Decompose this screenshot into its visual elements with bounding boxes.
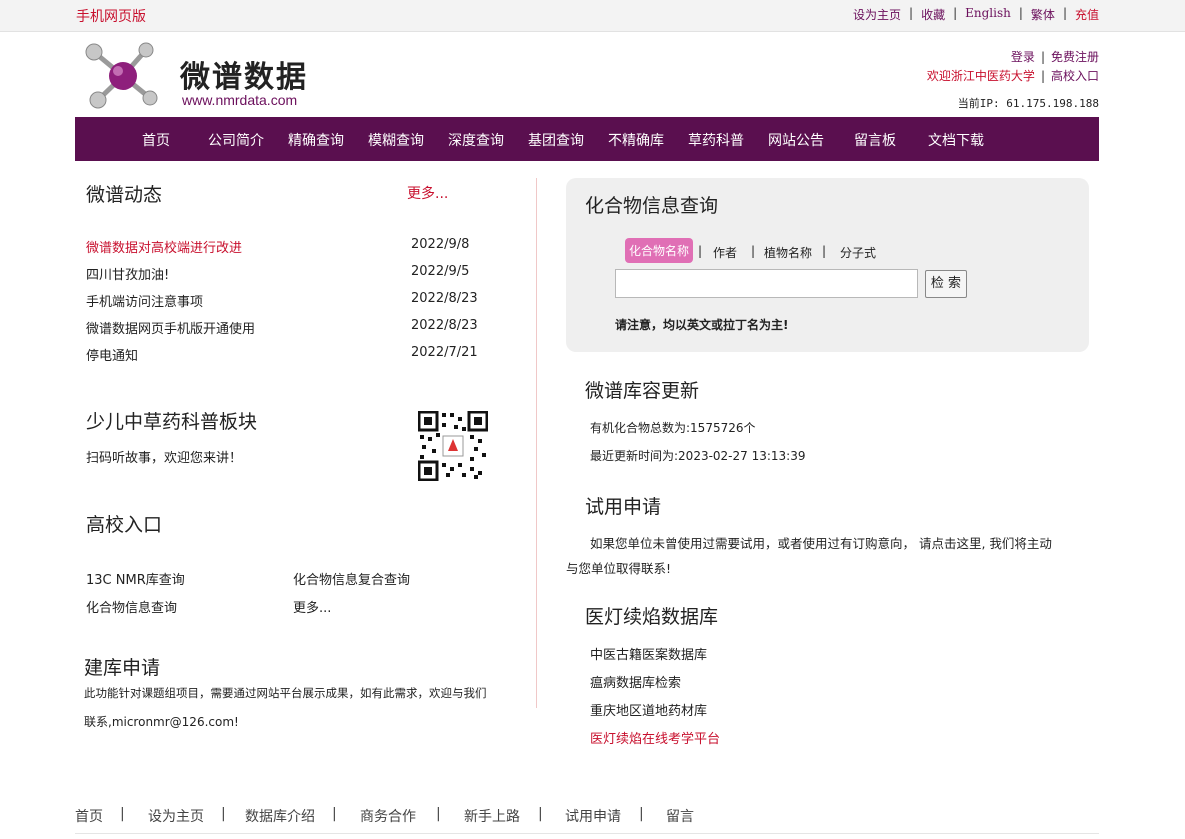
nav-exact-query[interactable]: 精确查询 [288,130,344,150]
footer-message-link[interactable]: 留言 [666,806,694,826]
tab-separator: | [822,244,827,258]
search-button[interactable]: 检 索 [925,270,967,298]
top-bar: 手机网页版 设为主页 | 收藏 | English | 繁体 | 充值 [0,0,1185,32]
separator: | [953,6,958,20]
main-nav: 首页 公司简介 精确查询 模糊查询 深度查询 基团查询 不精确库 草药科普 网站… [75,117,1099,161]
login-link[interactable]: 登录 [1011,50,1035,64]
trial-text-line2: 与您单位取得联系! [566,561,672,576]
news-date: 2022/8/23 [411,318,478,333]
separator: | [1018,6,1023,20]
news-title: 微谱动态 [86,184,163,206]
account-area: 登录 | 免费注册 欢迎浙江中医药大学 | 高校入口 当前IP: 61.175.198.… [927,48,1099,113]
compound-total: 有机化合物总数为:1575726个 [590,421,756,435]
separator: | [1040,50,1045,64]
tcm-db-link-chongqing[interactable]: 重庆地区道地药材库 [590,700,707,719]
logo-url: www.nmrdata.com [182,92,298,108]
footer-separator: | [639,806,644,822]
footer-db-intro-link[interactable]: 数据库介绍 [245,806,315,826]
footer-separator: | [221,806,226,822]
campus-section-title: 高校入口 [86,514,163,536]
footer-newbie-link[interactable]: 新手上路 [464,806,520,826]
news-title-item[interactable]: 四川甘孜加油! [86,264,169,283]
site-logo[interactable]: 微谱数据 www.nmrdata.com [84,42,334,112]
nav-company[interactable]: 公司简介 [208,130,264,150]
news-date: 2022/8/23 [411,291,478,306]
tcm-db-link-exam[interactable]: 医灯续焰在线考学平台 [590,728,720,747]
favorite-link[interactable]: 收藏 [921,6,945,23]
footer-trial-link[interactable]: 试用申请 [565,806,621,826]
tcm-db-link-ancient[interactable]: 中医古籍医案数据库 [590,644,707,663]
compound-search-panel: 化合物信息查询 化合物名称 | 作者 | 植物名称 | 分子式 检 索 请注意，… [566,178,1089,352]
top-links: 设为主页 | 收藏 | English | 繁体 | 充值 [853,6,1099,23]
nav-herb-science[interactable]: 草药科普 [688,130,744,150]
nav-home[interactable]: 首页 [142,130,170,150]
english-link[interactable]: English [965,6,1011,23]
last-update-time: 最近更新时间为:2023-02-27 13:13:39 [590,449,806,463]
news-date: 2022/7/21 [411,345,478,360]
footer-divider [75,833,1099,834]
tab-plant-name[interactable]: 植物名称 [764,244,812,261]
build-text-line2: 联系,micronmr@126.com! [84,715,239,729]
campus-link-13c[interactable]: 13C NMR库查询 [86,569,185,588]
current-ip: 当前IP: 61.175.198.188 [957,97,1099,110]
campus-more-link[interactable]: 更多... [293,597,331,616]
mobile-version-link[interactable]: 手机网页版 [76,6,146,26]
compound-search-input[interactable] [615,269,918,298]
campus-entry-link[interactable]: 高校入口 [1051,69,1099,83]
separator: | [1062,6,1067,20]
footer-home-link[interactable]: 首页 [75,806,103,826]
tab-separator: | [751,244,756,258]
register-link[interactable]: 免费注册 [1051,50,1099,64]
news-more-link[interactable]: 更多... [407,183,448,203]
compound-search-title: 化合物信息查询 [585,195,719,217]
footer-separator: | [332,806,337,822]
trial-text-line1[interactable]: 如果您单位未曾使用过需要试用，或者使用过有订购意向， 请点击这里, 我们将主动 [590,533,1052,552]
nav-deep-query[interactable]: 深度查询 [448,130,504,150]
campus-link-compound[interactable]: 化合物信息查询 [86,597,177,616]
news-title-item[interactable]: 手机端访问注意事项 [86,291,203,310]
footer-separator: | [538,806,543,822]
recharge-link[interactable]: 充值 [1075,6,1099,23]
set-home-link[interactable]: 设为主页 [853,6,901,23]
herb-section-title: 少儿中草药科普板块 [86,411,258,433]
search-notice: 请注意，均以英文或拉丁名为主! [615,318,789,332]
nav-announcement[interactable]: 网站公告 [768,130,824,150]
separator: | [909,6,914,20]
nav-message-board[interactable]: 留言板 [854,130,896,150]
herb-section-text: 扫码听故事，欢迎您来讲！ [86,451,243,466]
column-divider [536,178,537,708]
trial-section-title: 试用申请 [585,496,662,518]
news-title-item[interactable]: 微谱数据网页手机版开通使用 [86,318,255,337]
news-date: 2022/9/5 [411,264,470,279]
footer-business-link[interactable]: 商务合作 [360,806,416,826]
update-section-title: 微谱库容更新 [585,380,700,402]
tab-author[interactable]: 作者 [713,244,737,261]
build-text-line1: 此功能针对课题组项目，需要通过网站平台展示成果，如有此需求，欢迎与我们 [84,686,487,700]
tab-compound-name[interactable]: 化合物名称 [625,238,694,263]
footer-separator: | [436,806,441,822]
traditional-link[interactable]: 繁体 [1031,6,1055,23]
logo-title: 微谱数据 [180,60,308,95]
campus-link-compound-complex[interactable]: 化合物信息复合查询 [293,569,410,588]
tcm-db-section-title: 医灯续焰数据库 [585,606,719,628]
tcm-db-link-plague[interactable]: 瘟病数据库检索 [590,672,681,691]
news-title-item[interactable]: 微谱数据对高校端进行改进 [86,237,242,256]
news-title-item[interactable]: 停电通知 [86,345,138,364]
tab-formula[interactable]: 分子式 [840,244,876,261]
nav-group-query[interactable]: 基团查询 [528,130,584,150]
build-section-title: 建库申请 [84,657,161,679]
qr-code-icon[interactable] [418,411,488,481]
molecule-logo-icon [85,42,158,109]
welcome-text: 欢迎浙江中医药大学 [926,69,1035,83]
nav-docs-download[interactable]: 文档下载 [928,130,984,150]
nav-fuzzy-query[interactable]: 模糊查询 [368,130,424,150]
separator: | [1040,69,1045,83]
footer-separator: | [120,806,125,822]
tab-separator: | [698,244,703,258]
nav-inexact-db[interactable]: 不精确库 [608,130,664,150]
footer-set-home-link[interactable]: 设为主页 [148,806,204,826]
news-date: 2022/9/8 [411,237,470,252]
